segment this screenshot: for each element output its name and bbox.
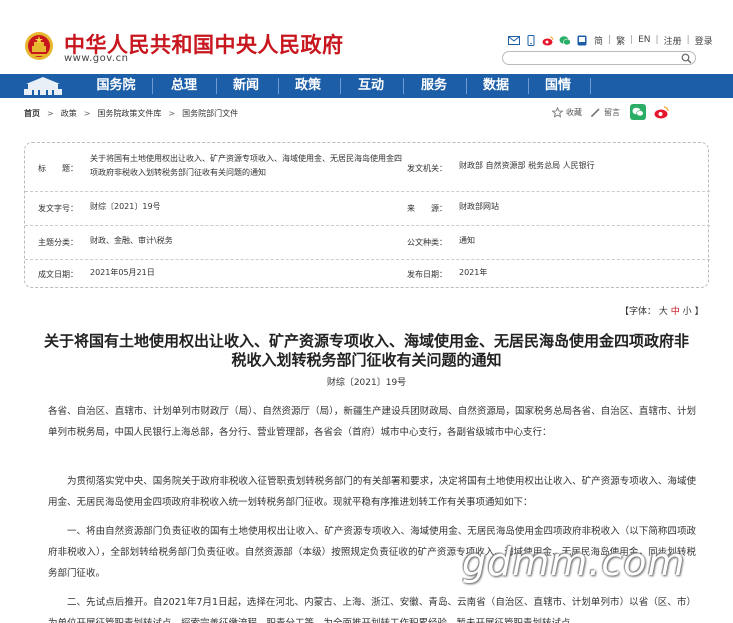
mobile-icon[interactable] — [525, 34, 537, 46]
search-input[interactable] — [502, 51, 696, 65]
star-icon — [552, 106, 563, 118]
mail-icon[interactable] — [508, 35, 520, 46]
breadcrumb-policy-library[interactable]: 国务院政策文件库 — [97, 108, 161, 119]
info-genre-value: 通知 — [459, 236, 475, 245]
chevron-right-icon: > — [168, 109, 176, 118]
link-login[interactable]: 登录 — [695, 34, 713, 47]
nav-service[interactable]: 服务 — [404, 74, 464, 98]
watermark: gdmm.com — [462, 540, 686, 584]
nav-news[interactable]: 新闻 — [216, 74, 276, 98]
document-info-table: 标 题： 关于将国有土地使用权出让收入、矿产资源专项收入、海域使用金、无居民海岛… — [24, 142, 710, 288]
link-register[interactable]: 注册 — [664, 34, 682, 47]
favorite-button[interactable]: 收藏 — [552, 106, 582, 118]
article-paragraph-intro: 为贯彻落实党中央、国务院关于政府非税收入征管职责划转税务部门的有关部署和要求，决… — [48, 476, 696, 508]
info-docno-label: 发文字号： — [38, 204, 78, 213]
site-header: 中华人民共和国中央人民政府 www.gov.cn 简 | 繁 | EN | 注册… — [0, 0, 733, 72]
font-size-switcher: 【字体： 大 中 小 】 — [620, 307, 704, 317]
link-simplified[interactable]: 简 — [594, 34, 603, 47]
article-doc-number: 财综〔2021〕19号 — [326, 378, 407, 388]
nav-national-profile[interactable]: 国情 — [528, 74, 588, 98]
search-icon[interactable] — [681, 53, 692, 64]
main-nav: 国务院 总理 新闻 政策 互动 服务 数据 国情 — [0, 74, 733, 98]
font-size-small[interactable]: 小 — [683, 307, 692, 317]
site-url: www.gov.cn — [64, 53, 129, 64]
breadcrumb-department-docs[interactable]: 国务院部门文件 — [182, 108, 238, 119]
info-genre-label: 公文种类： — [407, 238, 447, 247]
link-traditional[interactable]: 繁 — [616, 34, 625, 47]
info-pubdate-value: 2021年 — [459, 268, 488, 277]
weibo-icon[interactable] — [542, 35, 554, 46]
font-size-large[interactable]: 大 — [659, 307, 668, 317]
breadcrumb-home[interactable]: 首页 — [24, 108, 40, 119]
chevron-right-icon: > — [47, 109, 54, 118]
nav-premier[interactable]: 总理 — [154, 74, 214, 98]
info-source-label: 来 源： — [407, 204, 447, 213]
top-links: 简 | 繁 | EN | 注册 | 登录 — [508, 33, 714, 47]
wechat-icon[interactable] — [559, 35, 571, 46]
info-title-value: 关于将国有土地使用权出让收入、矿产资源专项收入、海域使用金、无居民海岛使用金四项… — [90, 154, 402, 177]
info-date-label: 成文日期： — [38, 270, 78, 279]
article-paragraph-recipients: 各省、自治区、直辖市、计划单列市财政厅（局）、自然资源厅（局），新疆生产建设兵团… — [48, 406, 696, 438]
info-issuer-value: 财政部 自然资源部 税务总局 人民银行 — [459, 161, 595, 170]
info-title-label: 标 题： — [38, 164, 78, 173]
wechat-share-icon[interactable] — [630, 104, 646, 120]
page-tools: 收藏 留言 — [552, 104, 676, 120]
link-english[interactable]: EN — [638, 35, 650, 45]
breadcrumb: 首页 > 政策 > 国务院政策文件库 > 国务院部门文件 — [24, 108, 238, 119]
info-issuer-label: 发文机关： — [407, 164, 447, 173]
nav-policy[interactable]: 政策 — [278, 74, 338, 98]
info-topic-value: 财政、金融、审计\税务 — [90, 236, 173, 245]
font-size-medium[interactable]: 中 — [671, 307, 680, 317]
chevron-right-icon: > — [83, 109, 91, 118]
info-source-value: 财政部网站 — [459, 202, 499, 211]
home-building-icon[interactable] — [18, 74, 68, 98]
info-date-value: 2021年05月21日 — [90, 268, 155, 277]
comment-button[interactable]: 留言 — [590, 107, 620, 118]
nav-state-council[interactable]: 国务院 — [86, 74, 146, 98]
app-icon[interactable] — [576, 35, 588, 46]
nav-interaction[interactable]: 互动 — [341, 74, 401, 98]
weibo-share-icon[interactable] — [654, 104, 670, 120]
breadcrumb-policy[interactable]: 政策 — [61, 108, 77, 119]
article-paragraph-2: 二、先试点后推开。自2021年7月1日起，选择在河北、内蒙古、上海、浙江、安徽、… — [48, 597, 696, 623]
nav-data[interactable]: 数据 — [466, 74, 526, 98]
info-topic-label: 主题分类： — [38, 238, 78, 247]
article-title: 关于将国有土地使用权出让收入、矿产资源专项收入、海域使用金、无居民海岛使用金四项… — [43, 332, 689, 369]
info-docno-value: 财综〔2021〕19号 — [90, 202, 161, 211]
pencil-icon — [591, 107, 600, 117]
national-emblem-icon[interactable] — [24, 30, 54, 62]
info-pubdate-label: 发布日期： — [407, 270, 447, 279]
